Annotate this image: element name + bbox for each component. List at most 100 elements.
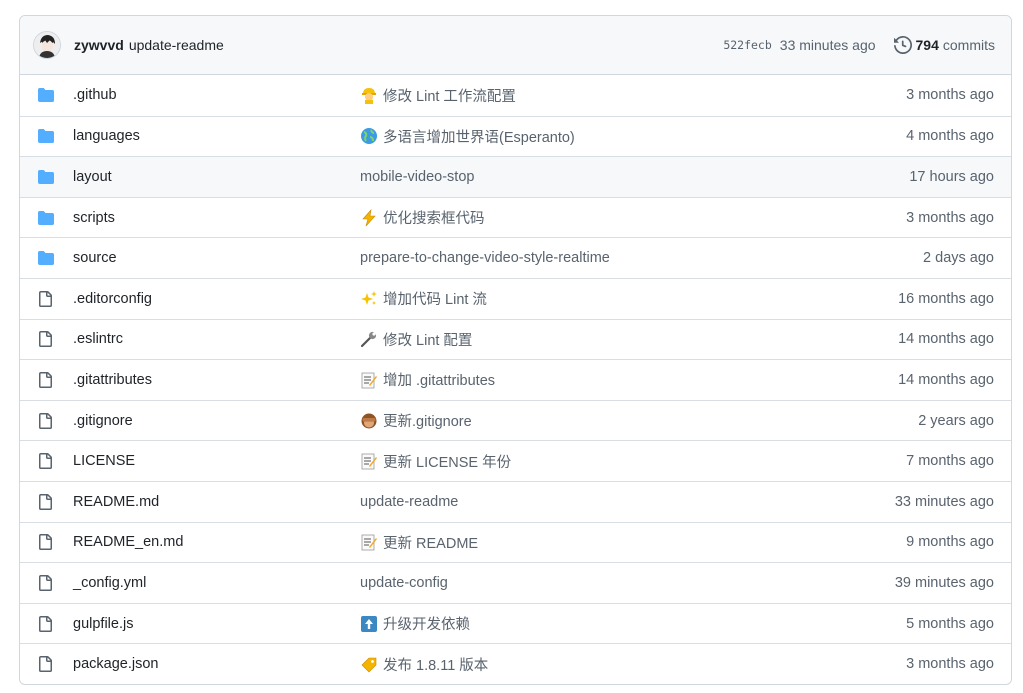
bookmark-tag-icon xyxy=(360,655,378,673)
commit-count: 794 xyxy=(915,37,939,53)
file-row[interactable]: .editorconfig 增加代码 Lint 流 16 months ago xyxy=(20,277,1011,319)
file-name-link[interactable]: .gitignore xyxy=(73,413,360,429)
file-row[interactable]: layout mobile-video-stop 17 hours ago xyxy=(20,156,1011,197)
file-name-link[interactable]: layout xyxy=(73,169,360,185)
file-row[interactable]: .eslintrc 修改 Lint 配置 14 months ago xyxy=(20,318,1011,360)
file-name-link[interactable]: languages xyxy=(73,128,360,144)
folder-icon xyxy=(37,250,57,266)
file-age: 33 minutes ago xyxy=(894,493,994,510)
commit-message-link[interactable]: 修改 Lint 配置 xyxy=(383,329,472,350)
file-age: 16 months ago xyxy=(898,290,994,307)
file-age: 39 minutes ago xyxy=(894,574,994,591)
file-name-link[interactable]: source xyxy=(73,250,360,266)
file-age: 2 days ago xyxy=(923,250,994,267)
commit-message-link[interactable]: update-readme xyxy=(129,37,224,53)
file-icon xyxy=(37,615,57,633)
commits-label: commits xyxy=(942,37,995,53)
commit-message-link[interactable]: 发布 1.8.11 版本 xyxy=(383,654,488,675)
commit-message-link[interactable]: 增加 .gitattributes xyxy=(383,369,495,390)
commit-message-link[interactable]: 更新 LICENSE 年份 xyxy=(383,451,511,472)
file-name-link[interactable]: README.md xyxy=(73,494,360,510)
avatar[interactable] xyxy=(33,31,61,59)
file-browser: zywvvd update-readme 522fecb 33 minutes … xyxy=(19,15,1012,685)
file-row[interactable]: languages 多语言增加世界语(Esperanto) 4 months ago xyxy=(20,115,1011,157)
file-row[interactable]: .gitattributes 增加 .gitattributes 14 months… xyxy=(20,359,1011,400)
file-commit-message: 发布 1.8.11 版本 xyxy=(360,654,906,675)
zap-icon xyxy=(360,208,378,227)
folder-icon xyxy=(37,210,57,226)
file-age: 3 months ago xyxy=(906,209,994,226)
commit-message-link[interactable]: mobile-video-stop xyxy=(360,169,474,185)
file-row[interactable]: package.json 发布 1.8.11 版本 3 months ago xyxy=(20,643,1011,684)
folder-icon xyxy=(37,128,57,144)
commit-message-link[interactable]: prepare-to-change-video-style-realtime xyxy=(360,250,610,266)
commit-author-link[interactable]: zywvvd xyxy=(74,37,124,53)
sparkles-icon xyxy=(360,290,378,308)
commit-message-link[interactable]: 修改 Lint 工作流配置 xyxy=(383,85,516,106)
commit-message-link[interactable]: 增加代码 Lint 流 xyxy=(383,288,487,309)
commit-message-link[interactable]: 多语言增加世界语(Esperanto) xyxy=(383,126,575,147)
file-row[interactable]: _config.yml update-config 39 minutes ago xyxy=(20,562,1011,603)
file-icon xyxy=(37,330,57,348)
file-age: 3 months ago xyxy=(906,656,994,673)
file-commit-message: 多语言增加世界语(Esperanto) xyxy=(360,126,906,147)
file-icon xyxy=(37,412,57,430)
file-age: 5 months ago xyxy=(906,615,994,632)
file-age: 9 months ago xyxy=(906,534,994,551)
commit-message-link[interactable]: update-readme xyxy=(360,494,458,510)
folder-icon xyxy=(37,87,57,103)
commit-message-link[interactable]: 优化搜索框代码 xyxy=(383,207,485,228)
construction-worker-icon xyxy=(360,86,378,105)
file-name-link[interactable]: .editorconfig xyxy=(73,291,360,307)
file-age: 17 hours ago xyxy=(909,168,994,185)
commit-message-link[interactable]: 更新.gitignore xyxy=(383,410,472,431)
file-name-link[interactable]: .github xyxy=(73,87,360,103)
file-row[interactable]: README.md update-readme 33 minutes ago xyxy=(20,480,1011,522)
file-commit-message: mobile-video-stop xyxy=(360,169,909,185)
commit-time: 33 minutes ago xyxy=(779,37,876,53)
file-age: 14 months ago xyxy=(898,331,994,348)
file-commit-message: update-config xyxy=(360,575,895,591)
file-commit-message: 修改 Lint 配置 xyxy=(360,329,898,350)
file-row[interactable]: gulpfile.js 升级开发依赖 5 months ago xyxy=(20,602,1011,644)
file-age: 14 months ago xyxy=(898,371,994,388)
commits-history-link[interactable]: 794 commits xyxy=(893,36,995,54)
file-icon xyxy=(37,493,57,511)
commit-message-link[interactable]: 更新 README xyxy=(383,532,478,553)
file-name-link[interactable]: README_en.md xyxy=(73,534,360,550)
file-row[interactable]: source prepare-to-change-video-style-real… xyxy=(20,237,1011,278)
commit-sha-link[interactable]: 522fecb xyxy=(723,38,771,52)
file-commit-message: 增加代码 Lint 流 xyxy=(360,288,898,309)
file-name-link[interactable]: _config.yml xyxy=(73,575,360,591)
file-age: 4 months ago xyxy=(906,128,994,145)
file-row[interactable]: .github 修改 Lint 工作流配置 3 months ago xyxy=(20,75,1011,116)
memo-icon xyxy=(360,533,378,551)
file-name-link[interactable]: scripts xyxy=(73,210,360,226)
file-commit-message: 优化搜索框代码 xyxy=(360,207,906,228)
file-row[interactable]: README_en.md 更新 README 9 months ago xyxy=(20,521,1011,563)
file-icon xyxy=(37,574,57,592)
file-name-link[interactable]: .eslintrc xyxy=(73,331,360,347)
file-name-link[interactable]: package.json xyxy=(73,656,360,672)
file-row[interactable]: .gitignore 更新.gitignore 2 years ago xyxy=(20,399,1011,441)
file-icon xyxy=(37,533,57,551)
file-icon xyxy=(37,371,57,389)
file-age: 2 years ago xyxy=(918,412,994,429)
file-commit-message: 更新.gitignore xyxy=(360,410,918,431)
wrench-icon xyxy=(360,330,378,348)
see-no-evil-icon xyxy=(360,412,378,430)
file-commit-message: 更新 LICENSE 年份 xyxy=(360,451,906,472)
file-age: 3 months ago xyxy=(906,87,994,104)
folder-icon xyxy=(37,169,57,185)
commit-message-link[interactable]: 升级开发依赖 xyxy=(383,613,470,634)
arrow-up-icon xyxy=(360,615,378,633)
file-row[interactable]: LICENSE 更新 LICENSE 年份 7 months ago xyxy=(20,440,1011,481)
file-name-link[interactable]: gulpfile.js xyxy=(73,616,360,632)
file-name-link[interactable]: .gitattributes xyxy=(73,372,360,388)
file-commit-message: 更新 README xyxy=(360,532,906,553)
file-row[interactable]: scripts 优化搜索框代码 3 months ago xyxy=(20,196,1011,238)
file-name-link[interactable]: LICENSE xyxy=(73,453,360,469)
latest-commit-bar: zywvvd update-readme 522fecb 33 minutes … xyxy=(20,16,1011,75)
file-commit-message: update-readme xyxy=(360,494,895,510)
commit-message-link[interactable]: update-config xyxy=(360,575,448,591)
